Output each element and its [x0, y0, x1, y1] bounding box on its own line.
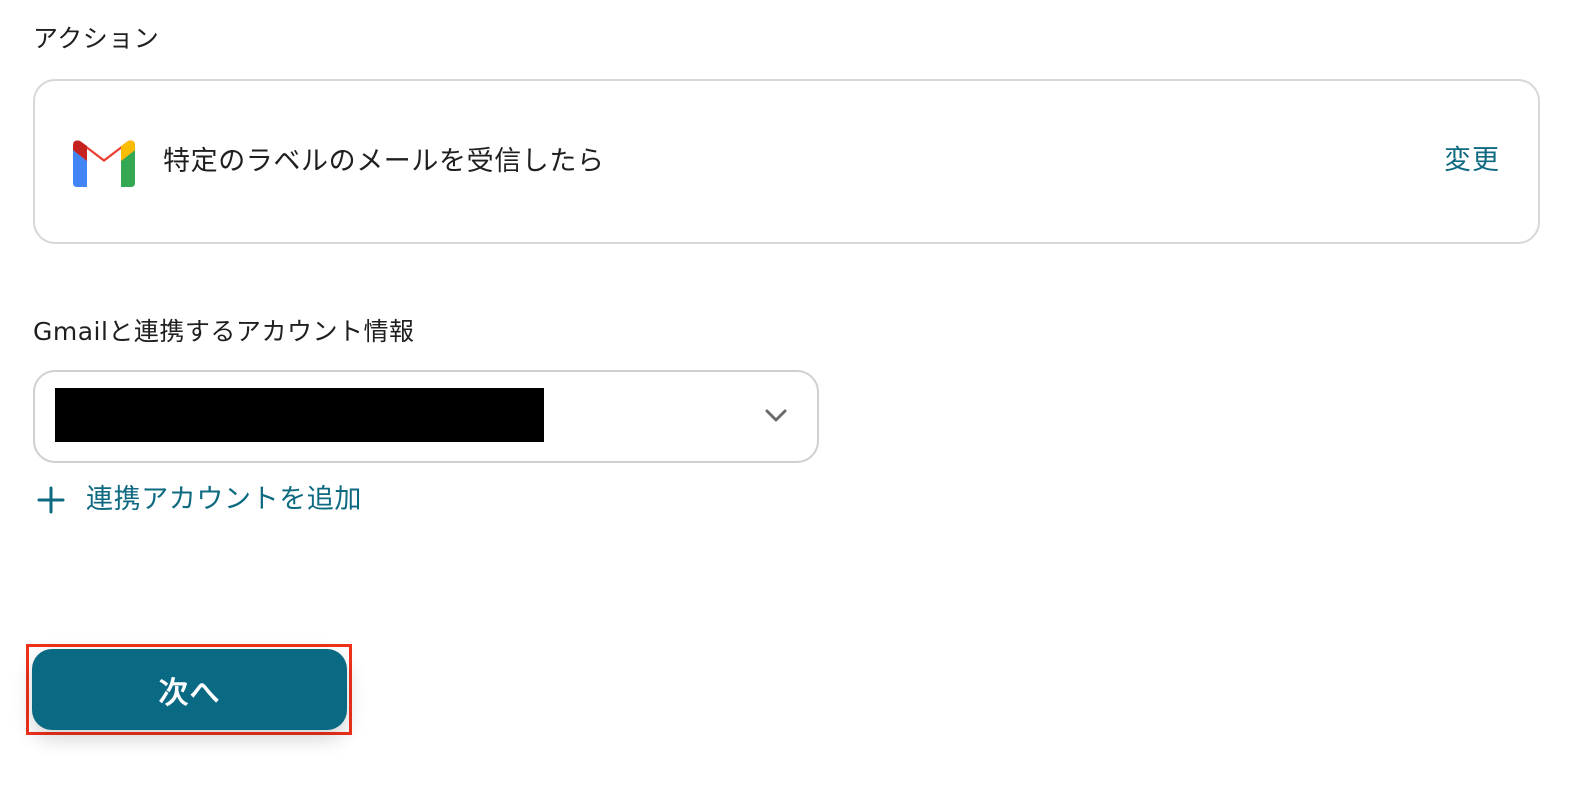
add-account-button[interactable]: 連携アカウントを追加	[36, 480, 362, 520]
page: アクション 特定のラベルのメールを受信したら 変更 Gmailと連携するアカウン…	[0, 0, 1594, 800]
chevron-down-icon	[765, 409, 787, 422]
redacted-account-value	[55, 388, 544, 442]
gmail-icon	[73, 140, 135, 187]
action-title: 特定のラベルのメールを受信したら	[163, 146, 605, 177]
next-button[interactable]: 次へ	[32, 649, 347, 730]
change-link[interactable]: 変更	[1444, 144, 1500, 178]
account-select[interactable]	[33, 370, 819, 463]
account-section-label: Gmailと連携するアカウント情報	[33, 317, 415, 346]
plus-icon	[37, 486, 65, 514]
action-card: 特定のラベルのメールを受信したら 変更	[33, 79, 1540, 244]
add-account-label: 連携アカウントを追加	[86, 484, 362, 515]
action-section-label: アクション	[33, 24, 160, 53]
